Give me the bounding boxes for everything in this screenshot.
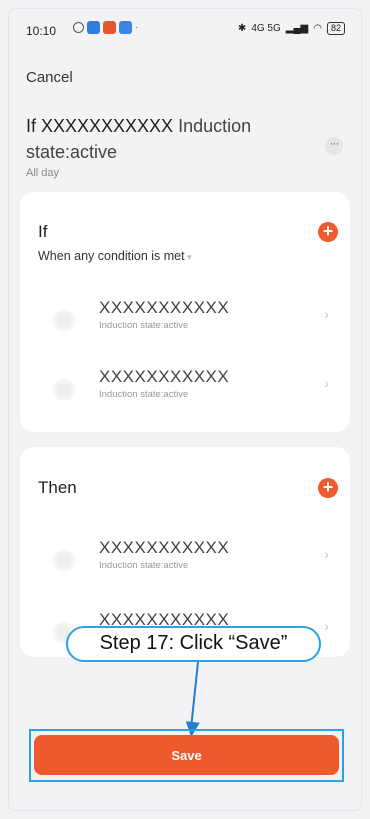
- action-row[interactable]: XXXXXXXXXXX Induction state:active ›: [20, 538, 350, 590]
- caret-down-icon: ▾: [184, 252, 192, 262]
- app-notification-icon: [119, 21, 132, 34]
- action-device-name: XXXXXXXXXXX: [99, 538, 230, 557]
- device-icon: [53, 310, 75, 332]
- network-label: 4G 5G: [251, 23, 281, 34]
- condition-mode-label: When any condition is met: [38, 249, 185, 263]
- device-icon: [53, 550, 75, 572]
- condition-state: Induction state:active: [99, 320, 189, 331]
- step-annotation: Step 17: Click “Save”: [66, 626, 321, 662]
- app-notification-icon: [87, 21, 100, 34]
- chevron-right-icon: ›: [324, 306, 329, 322]
- save-button[interactable]: Save: [34, 735, 339, 775]
- if-card: If + When any condition is met ▾ XXXXXXX…: [20, 192, 350, 432]
- status-bar: 10:10 · ✱ 4G 5G ▂▄▆ ◠ 82: [9, 9, 361, 49]
- schedule-subtitle: All day: [26, 167, 60, 179]
- status-time: 10:10: [26, 24, 57, 38]
- add-condition-icon[interactable]: +: [318, 222, 338, 242]
- more-notifications-icon: ·: [135, 22, 139, 33]
- add-action-icon[interactable]: +: [318, 478, 338, 498]
- chevron-right-icon: ›: [324, 618, 329, 634]
- device-icon: [53, 379, 75, 401]
- condition-row[interactable]: XXXXXXXXXXX Induction state:active ›: [20, 298, 350, 350]
- bluetooth-icon: ✱: [237, 23, 247, 34]
- notification-icons: ·: [73, 21, 138, 34]
- more-dots-icon[interactable]: ···: [325, 137, 343, 155]
- title-prefix: If XXXXXXXXXXX: [26, 116, 174, 136]
- app-notification-icon: [103, 21, 116, 34]
- battery-icon: 82: [326, 22, 345, 35]
- if-section-title: If: [38, 222, 48, 241]
- alarm-icon: [73, 22, 84, 33]
- wifi-icon: ◠: [313, 23, 322, 34]
- condition-mode-selector[interactable]: When any condition is met ▾: [38, 249, 192, 263]
- action-state: Induction state:active: [99, 560, 189, 571]
- condition-state: Induction state:active: [99, 389, 189, 400]
- status-right: ✱ 4G 5G ▂▄▆ ◠ 82: [238, 22, 345, 35]
- signal-icon: ▂▄▆: [285, 23, 309, 34]
- chevron-right-icon: ›: [324, 375, 329, 391]
- page-title: If XXXXXXXXXXX Induction state:active: [26, 113, 316, 165]
- then-section-title: Then: [38, 478, 77, 497]
- condition-device-name: XXXXXXXXXXX: [99, 298, 230, 317]
- cancel-button[interactable]: Cancel: [26, 69, 73, 86]
- chevron-right-icon: ›: [324, 546, 329, 562]
- condition-row[interactable]: XXXXXXXXXXX Induction state:active ›: [20, 367, 350, 419]
- condition-device-name: XXXXXXXXXXX: [99, 367, 230, 386]
- phone-screen: 10:10 · ✱ 4G 5G ▂▄▆ ◠ 82 Cancel If XXXXX…: [9, 9, 361, 810]
